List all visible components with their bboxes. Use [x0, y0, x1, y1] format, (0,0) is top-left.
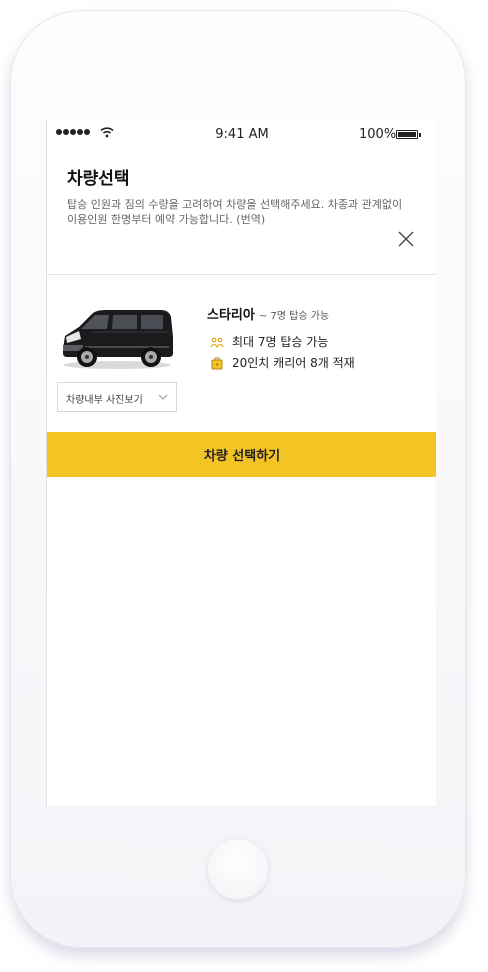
van-image — [63, 310, 173, 369]
feature-luggage: 20인치 캐리어 8개 적재 — [210, 354, 355, 371]
page-title: 차량선택 — [67, 169, 130, 189]
feature-label: 최대 7명 탑승 가능 — [232, 335, 329, 349]
close-icon[interactable] — [395, 228, 417, 250]
passengers-icon — [210, 337, 224, 348]
battery-icon — [396, 130, 421, 139]
battery-percent: 100% — [359, 127, 397, 142]
feature-label: 20인치 캐리어 8개 적재 — [232, 356, 355, 370]
luggage-icon — [211, 357, 223, 369]
page-description: 탑승 인원과 짐의 수량을 고려하여 차량을 선택해주세요. 차종과 관계없이 … — [67, 198, 403, 226]
status-bar: 9:41 AM 100% — [47, 120, 436, 150]
feature-passengers: 최대 7명 탑승 가능 — [210, 333, 328, 350]
vehicle-capacity-caption: ~ 7명 탑승 가능 — [258, 311, 330, 322]
vehicle-name-line: 스타리아 ~ 7명 탑승 가능 — [207, 304, 329, 323]
chevron-down-icon — [158, 394, 168, 400]
home-button[interactable] — [207, 838, 269, 900]
select-vehicle-button[interactable]: 차량 선택하기 — [47, 432, 436, 477]
dropdown-label: 차량내부 사진보기 — [66, 395, 143, 406]
vehicle-name: 스타리아 — [207, 308, 255, 323]
divider — [47, 274, 436, 275]
interior-photo-dropdown[interactable]: 차량내부 사진보기 — [57, 382, 177, 412]
app-screen: 9:41 AM 100% 차량선택 탑승 인원과 짐의 수량을 고려하여 차량을… — [46, 120, 436, 806]
